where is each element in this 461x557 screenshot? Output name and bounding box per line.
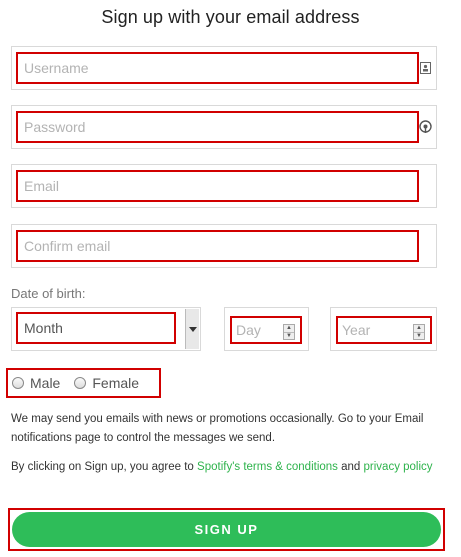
year-field-box: Year ▲ ▼ xyxy=(330,307,437,351)
confirm-email-field-box xyxy=(11,224,437,268)
confirm-email-field[interactable] xyxy=(16,230,419,262)
username-field-box xyxy=(11,46,437,90)
radio-button-icon[interactable] xyxy=(74,377,87,389)
gender-male-label: Male xyxy=(30,375,61,391)
username-input[interactable] xyxy=(18,54,417,82)
year-input[interactable]: Year ▲ ▼ xyxy=(336,316,432,344)
emails-note: We may send you emails with news or prom… xyxy=(11,413,424,444)
day-field-box: Day ▲ ▼ xyxy=(224,307,309,351)
terms-link[interactable]: Spotify's terms & conditions xyxy=(197,461,338,473)
email-input[interactable] xyxy=(18,172,417,200)
month-select[interactable]: Month xyxy=(11,307,201,351)
gender-female-option[interactable]: Female xyxy=(74,375,139,391)
password-input[interactable] xyxy=(18,113,417,141)
page-title: Sign up with your email address xyxy=(101,7,360,27)
contact-card-icon xyxy=(419,61,432,74)
email-field-box xyxy=(11,164,437,208)
dropdown-arrow-icon[interactable] xyxy=(185,309,199,349)
terms-prefix: By clicking on Sign up, you agree to xyxy=(11,461,198,473)
terms-and: and xyxy=(337,461,364,473)
gender-female-label: Female xyxy=(92,375,140,391)
year-placeholder: Year xyxy=(342,322,371,338)
username-field[interactable] xyxy=(16,52,419,84)
email-field[interactable] xyxy=(16,170,419,202)
password-key-icon[interactable] xyxy=(419,120,432,133)
password-field-box xyxy=(11,105,437,149)
password-field[interactable] xyxy=(16,111,419,143)
day-placeholder: Day xyxy=(236,322,261,338)
terms-note: By clicking on Sign up, you agree to Spo… xyxy=(11,458,441,477)
confirm-email-input[interactable] xyxy=(18,232,417,260)
year-spinner-icon[interactable]: ▲ ▼ xyxy=(413,324,425,340)
signup-button-frame: SIGN UP xyxy=(8,508,445,551)
radio-button-icon[interactable] xyxy=(12,377,24,389)
signup-button[interactable]: SIGN UP xyxy=(12,512,441,547)
privacy-link[interactable]: privacy policy xyxy=(364,461,433,473)
day-spinner-icon[interactable]: ▲ ▼ xyxy=(283,324,295,340)
gender-male-option[interactable]: Male xyxy=(12,375,60,391)
day-input[interactable]: Day ▲ ▼ xyxy=(230,316,302,344)
month-value[interactable]: Month xyxy=(16,312,176,344)
gender-group: Male Female xyxy=(6,368,161,398)
dob-label: Date of birth: xyxy=(11,286,86,301)
